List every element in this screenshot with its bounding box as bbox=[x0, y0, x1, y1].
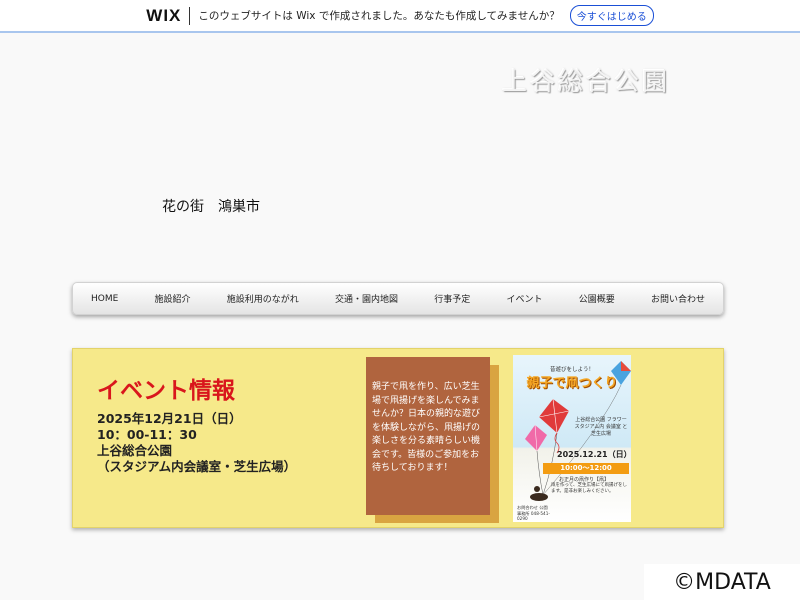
nav-item-usage-flow[interactable]: 施設利用のながれ bbox=[227, 292, 299, 305]
event-venue: 上谷総合公園 bbox=[97, 443, 173, 458]
event-heading: イベント情報 bbox=[97, 378, 235, 404]
start-now-button[interactable]: 今すぐはじめる bbox=[569, 5, 654, 26]
event-description: 親子で凧を作り、広い芝生場で凧揚げを楽しんでみませんか？日本の親的な遊びを体験し… bbox=[366, 357, 490, 515]
site-logo[interactable]: 上谷総合公園 bbox=[502, 62, 670, 98]
nav-item-access-map[interactable]: 交通・園内地図 bbox=[335, 292, 398, 305]
copyright-watermark: ©MDATA bbox=[644, 564, 800, 600]
poster-contact: お問合わせ 公園事務所 048-541-0290 bbox=[517, 505, 550, 521]
poster-body: 凧を作って、芝生広場にて凧揚げをします。是非お楽しみください。 bbox=[551, 483, 628, 494]
poster-title: 親子で凧つくり bbox=[526, 376, 618, 391]
nav-item-contact[interactable]: お問い合わせ bbox=[651, 292, 705, 305]
event-panel: イベント情報 2025年12月21日（日） 10：00-11：30 上谷総合公園… bbox=[72, 348, 724, 528]
event-room: （スタジアム内会議室・芝生広場） bbox=[97, 459, 297, 474]
poster-venue: 上谷総合公園 フラワースタジアム内 会議室 と 芝生広場 bbox=[574, 417, 628, 437]
banner-message: このウェブサイトは Wix で作成されました。あなたも作成してみませんか？ bbox=[198, 10, 560, 22]
poster-note: お正月の凧作り【凧】 bbox=[559, 477, 610, 483]
site-tagline: 花の街 鴻巣市 bbox=[162, 199, 260, 215]
poster-date: 2025.12.21（日） bbox=[557, 450, 631, 459]
event-details: 2025年12月21日（日） 10：00-11：30 上谷総合公園 （スタジアム… bbox=[97, 411, 296, 475]
wix-banner: WIX このウェブサイトは Wix で作成されました。あなたも作成してみませんか… bbox=[0, 0, 800, 33]
main-nav: HOME 施設紹介 施設利用のながれ 交通・園内地図 行事予定 イベント 公園概… bbox=[72, 282, 724, 315]
nav-item-schedule[interactable]: 行事予定 bbox=[434, 292, 470, 305]
banner-divider bbox=[189, 6, 191, 25]
wix-logo[interactable]: WIX bbox=[146, 6, 181, 26]
event-poster[interactable]: 昔遊びをしよう！ 親子で凧つくり 上谷総合公園 フラワースタジアム内 会議室 と… bbox=[513, 355, 631, 522]
poster-time: 10:00〜12:00 bbox=[543, 463, 629, 474]
nav-item-home[interactable]: HOME bbox=[91, 294, 118, 304]
event-time: 10：00-11：30 bbox=[97, 427, 197, 442]
nav-item-park-overview[interactable]: 公園概要 bbox=[579, 292, 615, 305]
event-date: 2025年12月21日（日） bbox=[97, 411, 242, 426]
nav-item-events[interactable]: イベント bbox=[506, 292, 542, 305]
nav-item-facilities[interactable]: 施設紹介 bbox=[155, 292, 191, 305]
